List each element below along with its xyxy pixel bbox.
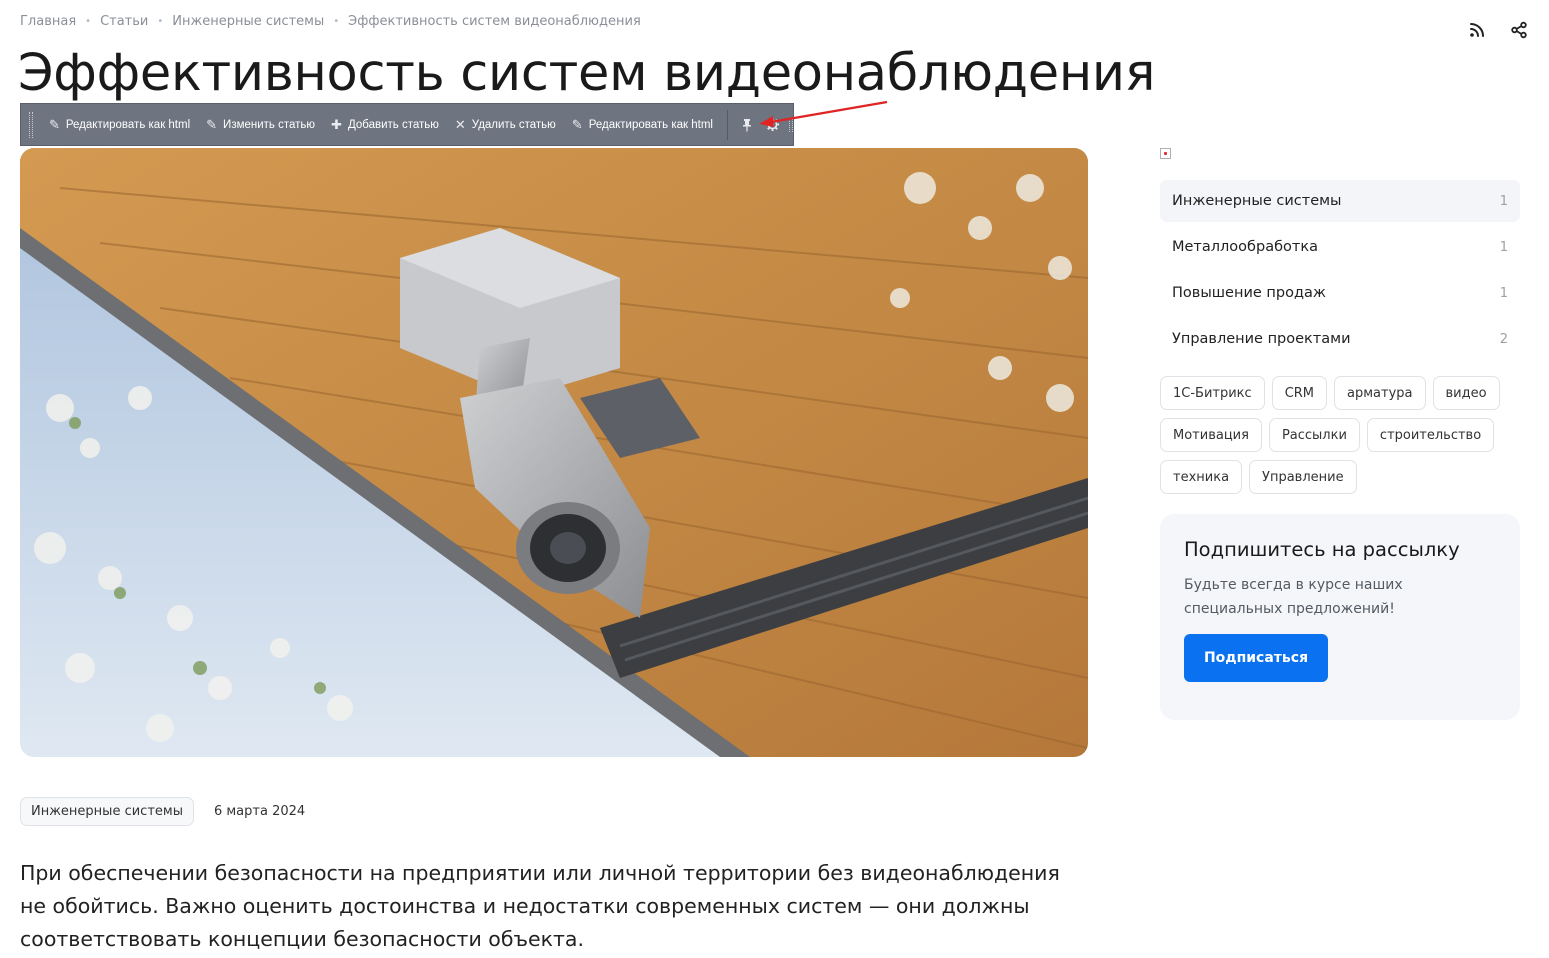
tag-item[interactable]: Управление	[1249, 460, 1357, 494]
article-category-tag[interactable]: Инженерные системы	[20, 797, 194, 826]
page-title: Эффективность систем видеонаблюдения	[18, 44, 1156, 103]
category-count: 1	[1499, 239, 1508, 255]
toolbar-button-label: Редактировать как html	[65, 118, 191, 131]
tag-item[interactable]: Мотивация	[1160, 418, 1262, 452]
tag-item[interactable]: техника	[1160, 460, 1243, 494]
pencil-icon: ✎	[48, 116, 60, 132]
page-actions	[1467, 20, 1529, 40]
sidebar: Инженерные системы 1 Металлообработка 1 …	[1160, 145, 1520, 720]
plus-icon: ✚	[331, 116, 342, 132]
breadcrumb-item-current: Эффективность систем видеонаблюдения	[348, 14, 641, 29]
article-date: 6 марта 2024	[213, 804, 306, 819]
toolbar-button-label: Изменить статью	[223, 118, 316, 131]
category-item[interactable]: Металлообработка 1	[1160, 226, 1520, 268]
toolbar-button-label: Удалить статью	[471, 118, 556, 131]
tag-item[interactable]: 1С-Битрикс	[1160, 376, 1265, 410]
article-hero-image	[20, 148, 1088, 757]
edit-as-html-button[interactable]: ✎ Редактировать как html	[41, 110, 198, 140]
breadcrumb: Главная • Статьи • Инженерные системы • …	[20, 14, 641, 29]
edit-article-button[interactable]: ✎ Изменить статью	[198, 110, 323, 140]
subscribe-card: Подпишитесь на рассылку Будьте всегда в …	[1160, 514, 1520, 720]
category-count: 2	[1499, 331, 1508, 347]
tag-cloud: 1С-Битрикс CRM арматура видео Мотивация …	[1160, 376, 1520, 494]
toolbar-divider	[726, 109, 728, 140]
breadcrumb-item-category[interactable]: Инженерные системы	[172, 14, 324, 29]
close-icon: ✕	[454, 116, 466, 132]
category-count: 1	[1499, 285, 1508, 301]
subscribe-text: Будьте всегда в курсе наших специальных …	[1184, 577, 1403, 617]
breadcrumb-item-home[interactable]: Главная	[20, 14, 76, 29]
annotation-arrow	[759, 100, 888, 127]
article-meta: Инженерные системы 6 марта 2024	[20, 797, 305, 826]
category-name: Повышение продаж	[1172, 285, 1326, 301]
category-count: 1	[1499, 193, 1508, 209]
category-item[interactable]: Управление проектами 2	[1160, 318, 1520, 360]
category-name: Металлообработка	[1172, 239, 1318, 255]
delete-article-button[interactable]: ✕ Удалить статью	[447, 110, 564, 140]
tag-item[interactable]: CRM	[1271, 376, 1328, 410]
tag-item[interactable]: Рассылки	[1268, 418, 1360, 452]
category-name: Управление проектами	[1172, 331, 1351, 347]
tag-item[interactable]: видео	[1432, 376, 1500, 410]
edit-as-html-button-2[interactable]: ✎ Редактировать как html	[564, 110, 721, 140]
category-item[interactable]: Инженерные системы 1	[1160, 180, 1520, 222]
pencil-icon: ✎	[571, 116, 583, 132]
category-item[interactable]: Повышение продаж 1	[1160, 272, 1520, 314]
admin-toolbar: ✎ Редактировать как html ✎ Изменить стат…	[20, 103, 794, 146]
add-article-button[interactable]: ✚ Добавить статью	[323, 110, 447, 140]
tag-item[interactable]: строительство	[1366, 418, 1495, 452]
breadcrumb-separator: •	[85, 16, 92, 27]
toolbar-button-label: Редактировать как html	[588, 118, 713, 131]
pencil-icon: ✎	[206, 116, 218, 132]
breadcrumb-separator: •	[157, 16, 164, 27]
tag-item[interactable]: арматура	[1334, 376, 1426, 410]
breadcrumb-separator: •	[333, 16, 340, 27]
share-icon[interactable]	[1509, 20, 1529, 40]
broken-image-icon	[1160, 148, 1171, 159]
toolbar-button-label: Добавить статью	[347, 118, 439, 131]
subscribe-button[interactable]: Подписаться	[1184, 634, 1328, 682]
subscribe-title: Подпишитесь на рассылку	[1184, 538, 1460, 561]
rss-icon[interactable]	[1467, 20, 1487, 40]
article-intro: При обеспечении безопасности на предприя…	[20, 861, 1060, 951]
category-list: Инженерные системы 1 Металлообработка 1 …	[1160, 180, 1520, 360]
category-name: Инженерные системы	[1172, 193, 1342, 209]
drag-handle[interactable]	[29, 111, 33, 138]
breadcrumb-item-articles[interactable]: Статьи	[100, 14, 148, 29]
